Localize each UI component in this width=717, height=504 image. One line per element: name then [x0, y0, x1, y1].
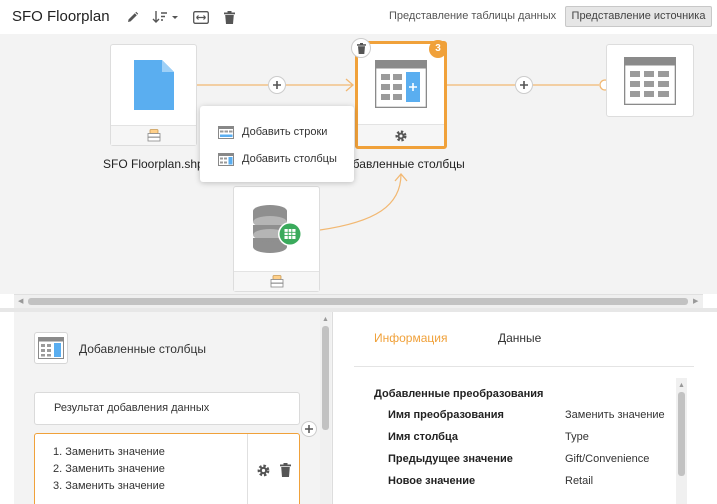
step-type-icon [34, 332, 68, 364]
sort-menu-icon[interactable] [152, 7, 180, 27]
node-footer [234, 271, 319, 291]
add-transformation-button[interactable] [301, 421, 317, 437]
file-icon [134, 60, 174, 113]
tab-data[interactable]: Данные [498, 331, 541, 345]
scrollbar-thumb[interactable] [322, 326, 329, 430]
flow-canvas[interactable]: SFO Floorplan.shp 3 добавленные столбцы … [0, 34, 717, 294]
trash-icon [356, 42, 366, 54]
info-panel: Информация Данные Добавленные преобразов… [334, 312, 717, 504]
scroll-up-arrow[interactable]: ▲ [678, 382, 685, 389]
gear-icon[interactable] [394, 129, 408, 143]
info-key: Новое значение [388, 475, 476, 487]
plus-icon [520, 81, 528, 89]
page-title: SFO Floorplan [12, 8, 110, 25]
transformation-actions [247, 434, 299, 504]
list-item[interactable]: 3. Заменить значение [53, 478, 165, 495]
source-node-label: SFO Floorplan.shp [103, 157, 204, 171]
info-panel-scrollbar[interactable]: ▲ [676, 378, 687, 504]
plus-icon [305, 425, 313, 433]
info-row: Новое значение Retail [388, 475, 688, 493]
list-item[interactable]: 2. Заменить значение [53, 461, 165, 478]
trash-icon[interactable] [222, 7, 236, 27]
menu-item-label: Добавить строки [242, 126, 328, 138]
info-row: Имя столбца Type [388, 431, 688, 449]
transformations-group[interactable]: 1. Заменить значение 2. Заменить значени… [34, 433, 300, 504]
header: SFO Floorplan Представление таблицы данн… [0, 0, 717, 34]
database-stack-icon [270, 275, 283, 288]
step-node-label: добавленные столбцы [339, 157, 465, 171]
info-value: Gift/Convenience [565, 453, 650, 465]
scroll-up-arrow[interactable]: ▲ [322, 316, 329, 323]
table-add-column-icon [374, 59, 428, 111]
plus-icon [273, 81, 281, 89]
add-step-button-2[interactable] [515, 76, 533, 94]
add-step-popup-menu: Добавить строки Добавить столбцы [200, 106, 354, 182]
info-key: Имя столбца [388, 431, 458, 443]
database-stack-icon [147, 129, 160, 142]
output-node[interactable] [606, 44, 694, 117]
info-key: Имя преобразования [388, 409, 504, 421]
source-node-shapefile[interactable] [110, 44, 197, 146]
menu-item-add-rows[interactable]: Добавить строки [218, 122, 327, 142]
source-node-database[interactable] [233, 186, 320, 292]
fit-width-icon[interactable] [192, 7, 210, 27]
info-value: Retail [565, 475, 594, 487]
info-value: Заменить значение [565, 409, 665, 421]
step-details-panel: Добавленные столбцы Результат добавления… [14, 312, 333, 504]
step-title: Добавленные столбцы [79, 342, 207, 356]
result-item[interactable]: Результат добавления данных [34, 392, 300, 425]
tab-divider [354, 366, 694, 367]
info-key: Предыдущее значение [388, 453, 513, 465]
info-row: Имя преобразования Заменить значение [388, 409, 688, 427]
delete-step-button[interactable] [351, 38, 371, 58]
scrollbar-thumb[interactable] [678, 392, 685, 476]
transformations-list: 1. Заменить значение 2. Заменить значени… [53, 444, 165, 495]
node-footer [111, 125, 196, 145]
scroll-right-arrow[interactable]: ▶ [693, 298, 698, 305]
step-count-badge: 3 [429, 40, 447, 58]
menu-item-add-columns[interactable]: Добавить столбцы [218, 149, 337, 169]
database-sheet-icon [251, 203, 303, 258]
step-settings-footer [358, 124, 444, 146]
canvas-horizontal-scrollbar[interactable]: ◀ ▶ [14, 294, 703, 308]
section-title: Добавленные преобразования [374, 388, 544, 400]
table-icon [623, 56, 677, 108]
edit-pencil-icon[interactable] [124, 7, 140, 27]
add-step-button[interactable] [268, 76, 286, 94]
gear-icon[interactable] [256, 463, 271, 478]
menu-item-label: Добавить столбцы [242, 153, 337, 165]
data-table-view-link[interactable]: Представление таблицы данных [389, 10, 556, 22]
tab-information[interactable]: Информация [374, 331, 447, 345]
add-columns-icon [218, 152, 234, 166]
source-view-button[interactable]: Представление источника [565, 6, 712, 27]
scroll-left-arrow[interactable]: ◀ [18, 298, 23, 305]
add-rows-icon [218, 125, 234, 139]
info-value: Type [565, 431, 589, 443]
trash-icon[interactable] [280, 463, 291, 477]
list-item[interactable]: 1. Заменить значение [53, 444, 165, 461]
left-panel-scrollbar[interactable]: ▲ [320, 312, 331, 504]
scrollbar-thumb[interactable] [28, 298, 688, 305]
step-node-added-columns[interactable] [355, 41, 447, 149]
info-row: Предыдущее значение Gift/Convenience [388, 453, 688, 471]
